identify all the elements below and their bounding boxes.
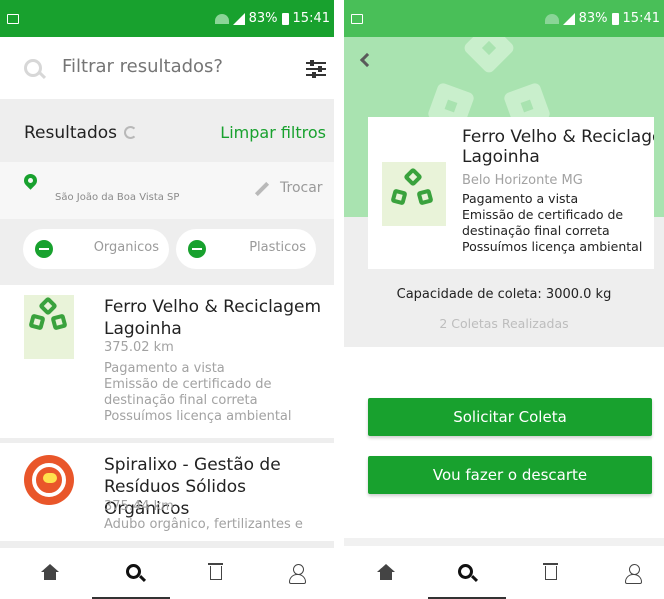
recycle-icon <box>382 162 446 226</box>
company-card: Ferro Velho & Reciclage Lagoinha Belo Ho… <box>368 117 654 269</box>
results-screen: 83% 15:41 Filtrar resultados? Resultados… <box>0 0 334 599</box>
company-city: Belo Horizonte MG <box>462 173 583 188</box>
status-bar: 83% 15:41 <box>344 0 664 37</box>
user-icon <box>289 564 307 584</box>
wifi-icon <box>544 13 559 24</box>
recycle-logo <box>24 295 74 359</box>
nav-home[interactable] <box>38 564 62 584</box>
card-divider <box>0 541 334 548</box>
search-icon <box>24 59 42 77</box>
feature-item: Possuímos licença ambiental <box>462 239 643 254</box>
change-location-link[interactable]: Trocar <box>280 180 323 196</box>
result-card[interactable]: Spiralixo - Gestão de Resíduos Sólidos O… <box>0 443 334 543</box>
trash-icon <box>208 563 223 580</box>
signal-icon <box>562 12 575 25</box>
clock: 15:41 <box>292 11 330 26</box>
discard-button[interactable]: Vou fazer o descarte <box>368 456 652 494</box>
detail-screen: 83% 15:41 Ferro Velho & Reciclage Lagoin… <box>344 0 664 599</box>
location-text: São João da Boa Vista SP <box>55 192 180 203</box>
battery-level: 83% <box>578 11 608 26</box>
chip-label: Organicos <box>93 240 159 255</box>
clock: 15:41 <box>622 11 660 26</box>
nav-profile[interactable] <box>622 564 646 584</box>
nav-profile[interactable] <box>286 564 310 584</box>
capacity-text: Capacidade de coleta: 3000.0 kg <box>396 287 612 302</box>
card-distance: 375.44 km <box>104 499 174 514</box>
company-name-line2: Lagoinha <box>462 147 540 167</box>
collects-count: 2 Coletas Realizadas <box>439 316 569 331</box>
card-feature: Adubo orgânico, fertilizantes e <box>104 517 303 532</box>
bottom-nav <box>344 548 664 599</box>
card-feature: Possuímos licença ambiental <box>104 409 292 424</box>
card-title: Ferro Velho & Reciclagem Lagoinha <box>104 297 322 339</box>
bottom-nav <box>0 548 334 599</box>
refresh-icon[interactable] <box>124 126 137 139</box>
recycle-logo <box>382 162 446 226</box>
image-notification-icon <box>7 14 19 24</box>
status-bar: 83% 15:41 <box>0 0 334 37</box>
battery-icon <box>611 12 619 25</box>
filter-chip-organicos[interactable]: Organicos <box>23 229 169 269</box>
home-icon <box>377 564 395 572</box>
battery-level: 83% <box>248 11 278 26</box>
clear-filters-link[interactable]: Limpar filtros <box>220 123 326 142</box>
feature-item: Emissão de certificado de <box>462 207 624 222</box>
filter-chip-plasticos[interactable]: Plasticos <box>176 229 316 269</box>
nav-home[interactable] <box>374 564 398 584</box>
request-collection-button[interactable]: Solicitar Coleta <box>368 398 652 436</box>
card-distance: 375.02 km <box>104 340 174 355</box>
home-icon <box>41 564 59 572</box>
content-divider <box>344 538 664 546</box>
company-name-line1: Ferro Velho & Reciclage <box>462 127 654 147</box>
nav-search[interactable] <box>124 564 148 584</box>
company-name: Ferro Velho & Reciclage Lagoinha <box>462 127 654 167</box>
nav-trash[interactable] <box>205 563 229 584</box>
nav-trash[interactable] <box>540 563 564 584</box>
trash-icon <box>543 563 558 580</box>
company-features: Pagamento a vista Emissão de certificado… <box>462 191 654 255</box>
card-feature: Pagamento a vista <box>104 361 225 376</box>
result-card[interactable]: Ferro Velho & Reciclagem Lagoinha 375.02… <box>0 285 334 438</box>
filter-input[interactable]: Filtrar resultados? <box>62 56 282 77</box>
signal-icon <box>232 12 245 25</box>
remove-filter-icon[interactable] <box>35 240 53 258</box>
recycle-icon <box>24 295 74 359</box>
remove-filter-icon[interactable] <box>188 240 206 258</box>
wifi-icon <box>214 13 229 24</box>
battery-icon <box>281 12 289 25</box>
search-icon <box>458 564 473 579</box>
user-icon <box>625 564 643 584</box>
screen-gutter <box>334 0 344 599</box>
spiral-logo <box>24 455 74 505</box>
feature-item: Pagamento a vista <box>462 191 579 206</box>
nav-search[interactable] <box>456 564 480 584</box>
results-title: Resultados <box>24 123 117 143</box>
feature-item: destinação final correta <box>462 223 610 238</box>
chip-label: Plasticos <box>249 240 306 255</box>
search-icon <box>126 564 141 579</box>
card-feature: Emissão de certificado de destinação fin… <box>104 377 272 408</box>
filter-settings-icon[interactable] <box>306 60 326 78</box>
image-notification-icon <box>351 14 363 24</box>
